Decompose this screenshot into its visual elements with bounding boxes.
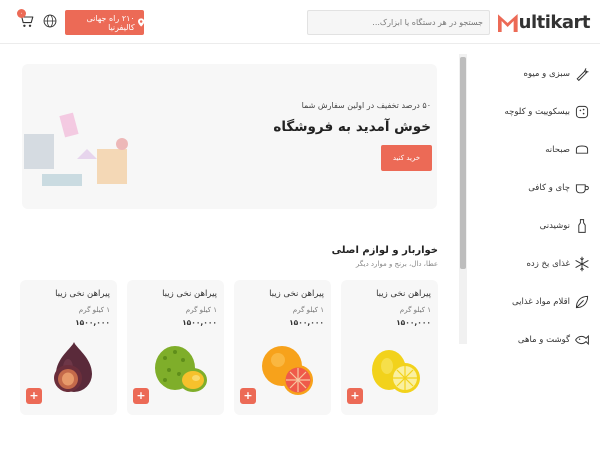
sidebar-item-label: بیسکوییت و کلوچه [504,107,570,117]
product-card[interactable]: پیراهن نخی زیبا ۱ کیلو گرم ۱۵۰۰,۰۰۰ + [234,280,331,415]
sidebar-item-label: گوشت و ماهی [517,335,570,345]
sidebar-item-label: نوشیدنی [539,221,570,231]
add-to-cart-button[interactable]: + [133,388,149,404]
sidebar-item-label: صبحانه [545,145,570,155]
section-title: خواربار و لوازم اصلی [331,245,438,256]
bottle-icon [578,219,586,233]
sidebar-item-drinks[interactable]: نوشیدنی [468,207,590,245]
globe-icon[interactable] [43,14,57,28]
fish-icon [575,334,589,346]
sidebar-item-tea-coffee[interactable]: چای و کافی [468,169,590,207]
sidebar-item-label: اقلام مواد غذایی [512,297,570,307]
banner-title: خوش آمدید به فروشگاه [273,119,431,135]
scrollbar-thumb[interactable] [460,57,466,269]
shop-now-button[interactable]: خرید کنید [381,145,432,171]
sidebar-item-biscuits[interactable]: بیسکوییت و کلوچه [468,93,590,131]
sidebar-item-label: چای و کافی [528,183,570,193]
top-header: ultikart جستجو در هر دستگاه یا ابزارک...… [0,0,600,44]
sidebar-item-breakfast[interactable]: صبحانه [468,131,590,169]
add-to-cart-button[interactable]: + [240,388,256,404]
logo-text: ultikart [518,11,591,33]
product-price: ۱۵۰۰,۰۰۰ [182,318,217,327]
leaf-icon [575,295,589,309]
product-weight: ۱ کیلو گرم [399,306,431,314]
product-name: پیراهن نخی زیبا [269,289,324,299]
bread-icon [575,145,589,154]
cookie-icon [575,105,589,119]
fig-image [54,342,92,392]
add-to-cart-button[interactable]: + [26,388,42,404]
grapefruit-image [262,346,313,395]
banner-illustration [24,112,128,186]
promo-banner: ۵۰ درصد تخفیف در اولین سفارش شما خوش آمد… [22,64,437,209]
product-name: پیراهن نخی زیبا [376,289,431,299]
logo[interactable]: ultikart [497,11,591,33]
product-name: پیراهن نخی زیبا [55,289,110,299]
product-name: پیراهن نخی زیبا [162,289,217,299]
product-price: ۱۵۰۰,۰۰۰ [289,318,324,327]
product-weight: ۱ کیلو گرم [292,306,324,314]
sidebar-item-vegetables[interactable]: سبزی و میوه [468,55,590,93]
durian-image [155,346,207,392]
logo-m-mark [497,14,518,32]
sidebar-item-grocery[interactable]: اقلام مواد غذایی [468,283,590,321]
banner-subtitle: ۵۰ درصد تخفیف در اولین سفارش شما [301,101,431,110]
lemon-image [372,350,420,393]
product-card[interactable]: پیراهن نخی زیبا ۱ کیلو گرم ۱۵۰۰,۰۰۰ + [341,280,438,415]
cart-count-badge: ۰ [17,9,26,18]
sidebar-item-frozen-food[interactable]: غذای یخ زده [468,245,590,283]
product-card[interactable]: پیراهن نخی زیبا ۱ کیلو گرم ۱۵۰۰,۰۰۰ + [20,280,117,415]
search-input[interactable]: جستجو در هر دستگاه یا ابزارک... [307,10,490,35]
product-weight: ۱ کیلو گرم [78,306,110,314]
product-weight: ۱ کیلو گرم [185,306,217,314]
snowflake-icon [575,256,589,272]
category-sidebar: سبزی و میوه بیسکوییت و کلوچه صبحانه چای … [468,55,590,359]
product-price: ۱۵۰۰,۰۰۰ [75,318,110,327]
sidebar-item-label: غذای یخ زده [526,259,570,269]
location-pin-icon [137,18,144,27]
product-card[interactable]: پیراهن نخی زیبا ۱ کیلو گرم ۱۵۰۰,۰۰۰ + [127,280,224,415]
product-price: ۱۵۰۰,۰۰۰ [396,318,431,327]
location-button[interactable]: ۲۱۰ راه جهانی کالیفرنیا [65,10,144,35]
add-to-cart-button[interactable]: + [347,388,363,404]
location-label: ۲۱۰ راه جهانی کالیفرنیا [86,13,135,32]
section-subtitle: عطا، دال، برنج و موارد دیگر [355,260,438,268]
cup-icon [575,184,589,194]
vegetable-icon [576,68,589,82]
sidebar-item-meat-fish[interactable]: گوشت و ماهی [468,321,590,359]
sidebar-item-label: سبزی و میوه [523,69,570,79]
